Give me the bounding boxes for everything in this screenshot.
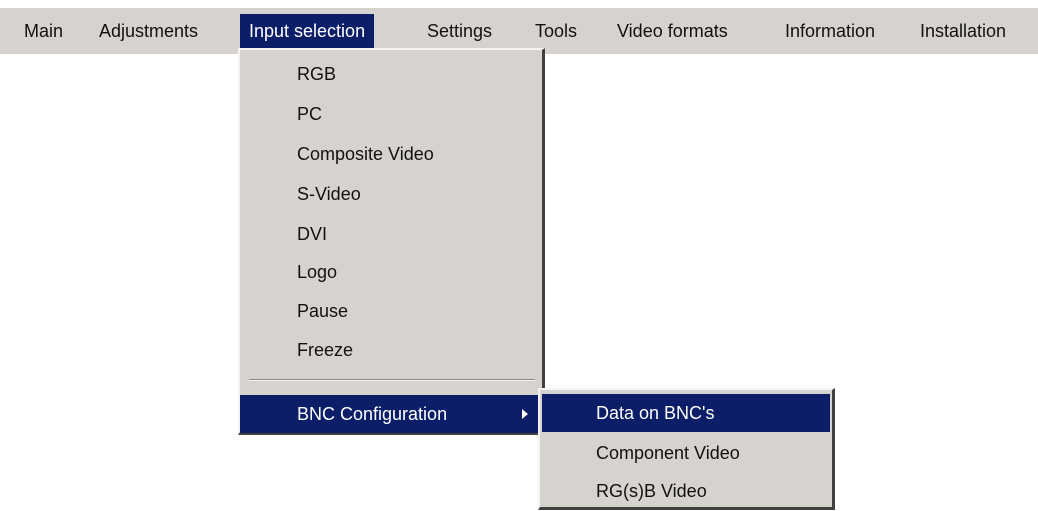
menu-information[interactable]: Information: [785, 14, 875, 48]
menu-item-label: S-Video: [297, 184, 361, 204]
menu-item-label: DVI: [297, 224, 328, 244]
menu-item-label: RG(s)B Video: [596, 481, 707, 501]
menu-item-label: Composite Video: [297, 144, 434, 164]
menu-item-label: Data on BNC's: [596, 403, 715, 423]
menu-item-label: BNC Configuration: [297, 404, 448, 424]
menu-adjustments[interactable]: Adjustments: [99, 14, 198, 48]
menu-item-dvi[interactable]: DVI: [240, 215, 540, 253]
menu-input-selection[interactable]: Input selection: [240, 14, 375, 48]
menu-item-logo[interactable]: Logo: [240, 253, 540, 291]
menu-item-freeze[interactable]: Freeze: [240, 331, 540, 369]
menu-item-label: RGB: [297, 64, 337, 84]
menu-installation[interactable]: Installation: [920, 14, 1006, 48]
input-selection-dropdown: RGB PC Composite Video S-Video DVI Logo …: [238, 48, 545, 435]
menu-item-label: Component Video: [596, 443, 740, 463]
menu-item-pause[interactable]: Pause: [240, 292, 540, 330]
menu-item-composite-video[interactable]: Composite Video: [240, 135, 540, 173]
menu-main[interactable]: Main: [24, 14, 63, 48]
menu-settings[interactable]: Settings: [427, 14, 492, 48]
menu-item-component-video[interactable]: Component Video: [540, 434, 830, 472]
menu-item-label: Pause: [297, 301, 349, 321]
menu-item-label: Freeze: [297, 340, 354, 360]
menu-item-rgsb-video[interactable]: RG(s)B Video: [540, 472, 830, 510]
menu-item-label: PC: [297, 104, 323, 124]
menu-item-s-video[interactable]: S-Video: [240, 175, 540, 213]
menu-item-rgb[interactable]: RGB: [240, 55, 540, 93]
menu-tools[interactable]: Tools: [535, 14, 577, 48]
triangle-right-icon: [522, 409, 528, 419]
menu-separator: [249, 379, 535, 381]
menu-item-label: Logo: [297, 262, 338, 282]
bnc-configuration-submenu: Data on BNC's Component Video RG(s)B Vid…: [538, 388, 835, 510]
menu-item-pc[interactable]: PC: [240, 95, 540, 133]
menu-item-bnc-configuration[interactable]: BNC Configuration: [240, 395, 543, 433]
menu-video-formats[interactable]: Video formats: [617, 14, 728, 48]
menu-item-data-on-bncs[interactable]: Data on BNC's: [542, 394, 830, 432]
